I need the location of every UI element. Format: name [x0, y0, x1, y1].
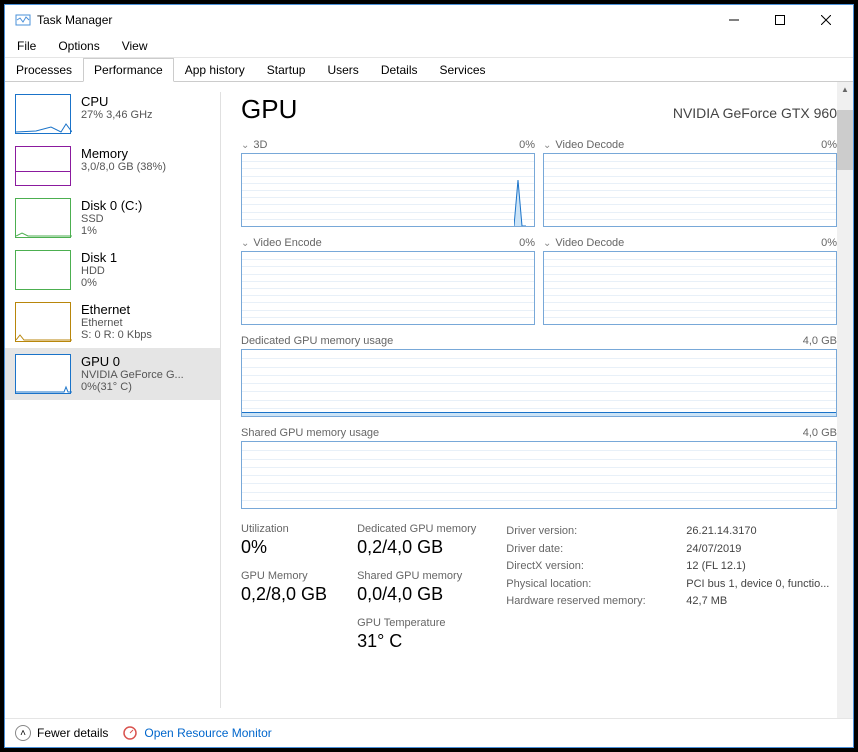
graph-vd2-selector[interactable]: ⌄Video Decode: [543, 237, 624, 249]
graph-vd1-pct: 0%: [821, 139, 837, 151]
disk0-sub2: 1%: [81, 225, 210, 237]
chevron-up-circle-icon: ˄: [15, 725, 31, 741]
shr-value: 0,0/4,0 GB: [357, 584, 476, 605]
tmp-value: 31° C: [357, 631, 476, 652]
tab-app-history[interactable]: App history: [174, 58, 256, 81]
util-label: Utilization: [241, 523, 327, 535]
disk1-sub2: 0%: [81, 277, 210, 289]
graph-shr-label: Shared GPU memory usage: [241, 427, 379, 439]
main-panel: GPU NVIDIA GeForce GTX 960 ⌄3D 0% ⌄Video …: [221, 82, 853, 718]
graph-shr-cap: 4,0 GB: [803, 427, 837, 439]
shr-label: Shared GPU memory: [357, 570, 476, 582]
graph-video-encode[interactable]: [241, 251, 535, 325]
gmem-label: GPU Memory: [241, 570, 327, 582]
tab-users[interactable]: Users: [316, 58, 369, 81]
close-button[interactable]: [803, 5, 849, 35]
cpu-sub: 27% 3,46 GHz: [81, 109, 210, 121]
app-icon: [15, 12, 31, 28]
sidebar-item-disk0[interactable]: Disk 0 (C:)SSD1%: [5, 192, 220, 244]
graph-3d-selector[interactable]: ⌄3D: [241, 139, 267, 151]
chevron-down-icon: ⌄: [241, 140, 249, 151]
graph-shared-memory[interactable]: [241, 441, 837, 509]
eth-sub2: S: 0 R: 0 Kbps: [81, 329, 210, 341]
titlebar[interactable]: Task Manager: [5, 5, 853, 35]
disk1-thumb: [15, 250, 71, 290]
disk1-sub1: HDD: [81, 265, 210, 277]
gpu-sub1: NVIDIA GeForce G...: [81, 369, 210, 381]
tab-processes[interactable]: Processes: [5, 58, 83, 81]
ded-label: Dedicated GPU memory: [357, 523, 476, 535]
minimize-button[interactable]: [711, 5, 757, 35]
tab-performance[interactable]: Performance: [83, 58, 174, 82]
gpu-thumb: [15, 354, 71, 394]
footer: ˄ Fewer details Open Resource Monitor: [5, 718, 853, 747]
graph-vd2-pct: 0%: [821, 237, 837, 249]
mem-title: Memory: [81, 146, 210, 161]
open-resource-monitor-link[interactable]: Open Resource Monitor: [122, 725, 271, 741]
graph-video-decode-1[interactable]: [543, 153, 837, 227]
eth-thumb: [15, 302, 71, 342]
task-manager-window: Task Manager File Options View Processes…: [4, 4, 854, 748]
menu-view[interactable]: View: [118, 37, 152, 55]
menu-options[interactable]: Options: [54, 37, 103, 55]
page-title: GPU: [241, 94, 297, 125]
perf-sidebar: CPU27% 3,46 GHz Memory3,0/8,0 GB (38%) D…: [5, 82, 220, 718]
chevron-down-icon: ⌄: [241, 238, 249, 249]
graph-dedicated-memory[interactable]: [241, 349, 837, 417]
chevron-down-icon: ⌄: [543, 238, 551, 249]
disk0-title: Disk 0 (C:): [81, 198, 210, 213]
sidebar-item-ethernet[interactable]: EthernetEthernetS: 0 R: 0 Kbps: [5, 296, 220, 348]
disk1-title: Disk 1: [81, 250, 210, 265]
chevron-down-icon: ⌄: [543, 140, 551, 151]
resource-monitor-icon: [122, 725, 138, 741]
content-area: CPU27% 3,46 GHz Memory3,0/8,0 GB (38%) D…: [5, 82, 853, 718]
cpu-thumb: [15, 94, 71, 134]
eth-sub1: Ethernet: [81, 317, 210, 329]
disk0-sub1: SSD: [81, 213, 210, 225]
tab-details[interactable]: Details: [370, 58, 429, 81]
sidebar-item-disk1[interactable]: Disk 1HDD0%: [5, 244, 220, 296]
gpu-sub2: 0%(31° C): [81, 381, 210, 393]
tmp-label: GPU Temperature: [357, 617, 476, 629]
menu-file[interactable]: File: [13, 37, 40, 55]
disk0-thumb: [15, 198, 71, 238]
tab-strip: Processes Performance App history Startu…: [5, 58, 853, 82]
device-name: NVIDIA GeForce GTX 960: [673, 105, 837, 121]
gpu-title: GPU 0: [81, 354, 210, 369]
mem-thumb: [15, 146, 71, 186]
tab-startup[interactable]: Startup: [256, 58, 317, 81]
sidebar-item-gpu0[interactable]: GPU 0NVIDIA GeForce G...0%(31° C): [5, 348, 220, 400]
gpu-details-table: Driver version:26.21.14.3170 Driver date…: [506, 523, 829, 652]
graph-ve-selector[interactable]: ⌄Video Encode: [241, 237, 322, 249]
fewer-details-button[interactable]: ˄ Fewer details: [15, 725, 108, 741]
util-value: 0%: [241, 537, 327, 558]
sidebar-item-memory[interactable]: Memory3,0/8,0 GB (38%): [5, 140, 220, 192]
graph-ded-cap: 4,0 GB: [803, 335, 837, 347]
graph-ded-label: Dedicated GPU memory usage: [241, 335, 393, 347]
menubar: File Options View: [5, 35, 853, 58]
ded-value: 0,2/4,0 GB: [357, 537, 476, 558]
window-title: Task Manager: [37, 13, 711, 27]
graph-3d-pct: 0%: [519, 139, 535, 151]
mem-sub: 3,0/8,0 GB (38%): [81, 161, 210, 173]
graph-video-decode-2[interactable]: [543, 251, 837, 325]
maximize-button[interactable]: [757, 5, 803, 35]
main-scrollbar[interactable]: ▲: [837, 82, 853, 718]
sidebar-item-cpu[interactable]: CPU27% 3,46 GHz: [5, 88, 220, 140]
graph-3d[interactable]: [241, 153, 535, 227]
tab-services[interactable]: Services: [429, 58, 497, 81]
cpu-title: CPU: [81, 94, 210, 109]
graph-ve-pct: 0%: [519, 237, 535, 249]
graph-vd1-selector[interactable]: ⌄Video Decode: [543, 139, 624, 151]
gmem-value: 0,2/8,0 GB: [241, 584, 327, 605]
eth-title: Ethernet: [81, 302, 210, 317]
